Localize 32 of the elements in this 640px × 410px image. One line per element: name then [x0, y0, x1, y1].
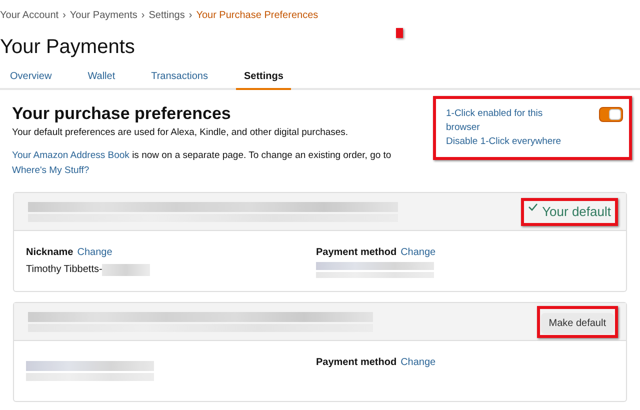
address-note: Your Amazon Address Book is now on a separate page. To change an existing order, go to Where's My Stuff? [12, 149, 392, 178]
field-label: Nickname [26, 246, 74, 260]
check-icon [528, 203, 538, 211]
section-heading: Your purchase preferences [12, 104, 232, 124]
disable-one-click-link[interactable]: Disable 1-Click everywhere [446, 135, 576, 149]
redacted-text [102, 264, 150, 276]
make-default-button[interactable]: Make default [540, 312, 614, 334]
breadcrumb-separator: › [62, 9, 66, 23]
tab[interactable]: Transactions [143, 69, 216, 88]
change-link[interactable]: Change [77, 245, 112, 260]
section-description: Your default preferences are used for Alexa, Kindle, and other digital purchases. [12, 126, 350, 140]
breadcrumb-link[interactable]: Your Payments [70, 8, 138, 23]
one-click-status: 1-Click enabled for this browser [446, 107, 544, 135]
tab[interactable]: Settings [236, 69, 292, 90]
one-click-toggle[interactable] [599, 107, 623, 122]
breadcrumb-link[interactable]: Your Account [0, 8, 59, 23]
marker-icon [396, 28, 403, 38]
address-book-link[interactable]: Your Amazon Address Book [12, 150, 130, 162]
breadcrumb-separator: › [188, 9, 192, 23]
breadcrumb-link[interactable]: Settings [148, 8, 185, 23]
tab[interactable]: Overview [2, 69, 60, 88]
breadcrumb-link[interactable]: Your Purchase Preferences [196, 8, 318, 23]
change-link[interactable]: Change [400, 245, 436, 260]
breadcrumb-separator: › [141, 9, 145, 23]
page-title: Your Payments [0, 35, 136, 59]
field-label: Payment method [316, 246, 397, 260]
tab[interactable]: Wallet [80, 69, 124, 88]
wheres-my-stuff-link[interactable]: Where's My Stuff? [12, 165, 90, 176]
default-status: Your default [528, 202, 611, 222]
nickname-value: Timothy Tibbetts- [26, 263, 102, 278]
field-label: Payment method [316, 356, 397, 370]
change-link[interactable]: Change [400, 355, 436, 370]
